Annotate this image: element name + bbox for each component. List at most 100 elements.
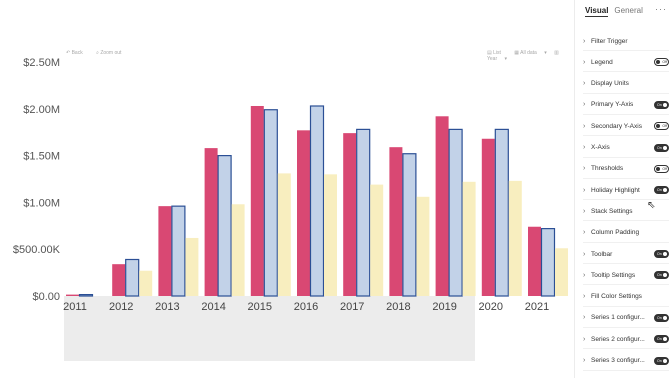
bar-2013-series-1 (158, 206, 172, 296)
y-tick-label: $2.50M (23, 57, 60, 69)
setting-label: Series 2 configur... (591, 335, 645, 343)
divider (583, 199, 669, 201)
setting-row-display-units[interactable]: › Display Units (583, 77, 669, 91)
setting-row-toolbar[interactable]: › Toolbar On (583, 247, 669, 261)
setting-row-tooltip-settings[interactable]: › Tooltip Settings On (583, 268, 669, 282)
divider (583, 348, 669, 350)
toggle-switch[interactable]: On (654, 313, 669, 322)
bar-2012-series-1 (112, 264, 126, 296)
toggle-switch[interactable]: On (654, 356, 669, 365)
setting-row-holiday-highlight[interactable]: › Holiday Highlight On (583, 183, 669, 197)
toggle-state-label: On (657, 252, 662, 256)
mouse-cursor-icon: ⇖ (647, 200, 656, 211)
bar-2020-series-3 (508, 180, 522, 296)
tab-general[interactable]: General (614, 6, 642, 17)
setting-row-series-2-configur[interactable]: › Series 2 configur... On (583, 332, 669, 346)
toggle-state-label: On (657, 315, 662, 320)
toggle-switch[interactable]: Off (654, 122, 669, 131)
toggle-switch[interactable]: On (654, 143, 669, 152)
y-tick-label: $0.00 (32, 291, 60, 303)
bar-2012-series-3 (139, 270, 153, 296)
setting-label: Holiday Highlight (591, 186, 640, 194)
setting-label: Thresholds (591, 165, 624, 173)
x-tick-label: 2011 (63, 301, 87, 313)
setting-row-x-axis[interactable]: › X-Axis On (583, 141, 669, 155)
setting-row-stack-settings[interactable]: › Stack Settings (583, 204, 669, 218)
setting-row-column-padding[interactable]: › Column Padding (583, 226, 669, 240)
toggle-switch[interactable]: On (654, 186, 669, 195)
bar-2014-series-3 (231, 204, 245, 296)
setting-row-primary-y-axis[interactable]: › Primary Y-Axis On (583, 98, 669, 112)
divider (583, 241, 669, 243)
bar-2015-series-1 (250, 105, 264, 296)
setting-label: Filter Trigger (591, 37, 628, 45)
x-tick-label: 2012 (109, 301, 133, 313)
toggle-switch[interactable]: On (654, 100, 669, 109)
setting-row-secondary-y-axis[interactable]: › Secondary Y-Axis Off (583, 119, 669, 133)
chevron-right-icon: › (583, 357, 586, 364)
toggle-switch[interactable]: On (654, 250, 669, 258)
bar-2018-series-2 (402, 153, 417, 297)
chevron-right-icon: › (583, 271, 586, 279)
setting-label: Series 1 configur... (591, 314, 645, 322)
setting-label: Tooltip Settings (591, 271, 636, 279)
setting-label: Primary Y-Axis (591, 101, 634, 109)
y-tick-label: $500.00K (13, 244, 61, 256)
setting-label: Toolbar (591, 250, 613, 258)
y-tick-label: $1.00M (23, 197, 60, 209)
bar-2017-series-1 (343, 133, 357, 296)
toggle-knob (663, 358, 667, 363)
bar-2018-series-3 (416, 196, 430, 296)
x-tick-label: 2014 (201, 301, 225, 313)
chevron-right-icon: › (583, 144, 586, 151)
chevron-right-icon: › (583, 293, 586, 301)
toggle-state-label: On (657, 358, 662, 363)
chevron-right-icon: › (583, 101, 586, 109)
bar-2017-series-2 (356, 128, 371, 297)
more-options-icon[interactable]: ··· (655, 4, 667, 14)
bar-2016-series-3 (324, 174, 337, 296)
divider (583, 113, 669, 115)
setting-row-filter-trigger[interactable]: › Filter Trigger (583, 34, 669, 48)
chevron-right-icon: › (583, 335, 586, 343)
toggle-switch[interactable]: Off (654, 58, 669, 67)
chevron-right-icon: › (583, 37, 586, 45)
x-tick-label: 2020 (479, 301, 503, 313)
bar-2021-series-1 (528, 226, 541, 296)
toggle-knob (656, 124, 660, 129)
chevron-right-icon: › (583, 229, 586, 237)
chevron-right-icon: › (583, 80, 586, 88)
y-tick-label: $1.50M (23, 151, 60, 163)
bar-2020-series-1 (481, 138, 495, 296)
bar-2018-series-1 (389, 147, 403, 296)
x-tick-label: 2016 (294, 301, 318, 313)
chevron-right-icon: › (583, 314, 586, 322)
setting-row-series-1-configur[interactable]: › Series 1 configur... On (583, 311, 669, 325)
setting-row-series-3-configur[interactable]: › Series 3 configur... On (583, 354, 669, 368)
setting-row-legend[interactable]: › Legend Off (583, 55, 669, 69)
setting-row-thresholds[interactable]: › Thresholds Off (583, 162, 669, 176)
divider (583, 263, 669, 264)
toggle-switch[interactable]: On (654, 271, 669, 280)
format-panel: Visual General ··· › Filter Trigger › Legen… (574, 0, 672, 378)
setting-label: Display Units (591, 80, 629, 88)
toggle-state-label: On (657, 337, 662, 342)
x-tick-label: 2018 (386, 301, 410, 313)
toggle-knob (663, 337, 667, 342)
divider (583, 284, 669, 286)
bar-2013-series-2 (171, 205, 186, 297)
tab-visual[interactable]: Visual (585, 6, 609, 17)
setting-label: Column Padding (591, 229, 640, 237)
toggle-switch[interactable]: On (654, 335, 669, 344)
bar-2011-series-1 (66, 294, 79, 296)
setting-label: Legend (591, 58, 613, 66)
x-tick-label: 2021 (525, 301, 549, 313)
setting-row-fill-color-settings[interactable]: › Fill Color Settings (583, 290, 669, 304)
toggle-switch[interactable]: Off (654, 164, 669, 173)
divider (583, 369, 669, 371)
setting-label: Secondary Y-Axis (591, 122, 642, 130)
bar-2021-series-3 (555, 248, 568, 296)
chart-area: ↶ Back ⌕ Zoom out ▤ List ▦ All data ▾ ▥ … (0, 0, 575, 378)
toggle-state-label: Off (662, 60, 667, 65)
toggle-state-label: Off (662, 124, 667, 129)
